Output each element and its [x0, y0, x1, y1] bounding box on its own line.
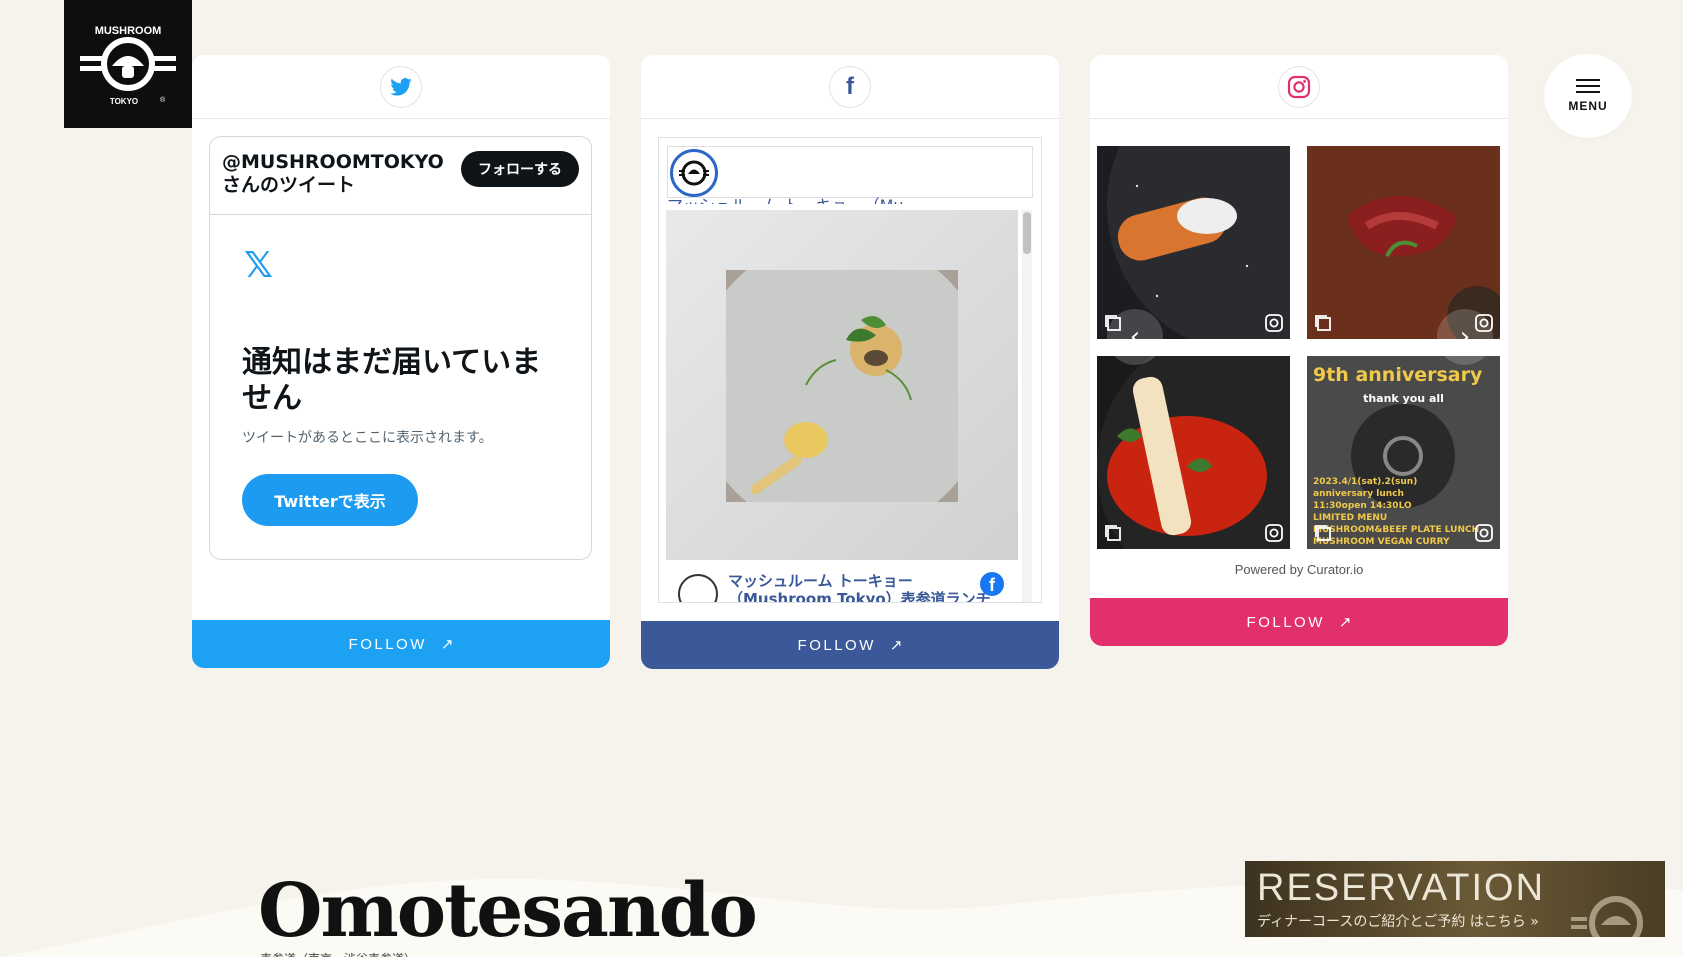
reservation-banner[interactable]: RESERVATION ディナーコースのご紹介とご予約 はこちら » — [1245, 861, 1665, 937]
facebook-logo-icon: f — [980, 572, 1004, 596]
instagram-badge-icon — [1265, 524, 1283, 542]
section-subtitle: 表参道（東京・渋谷表参道） — [260, 950, 416, 957]
facebook-page-header[interactable] — [667, 146, 1033, 198]
hamburger-icon — [1576, 79, 1600, 93]
logo-top-text: MUSHROOM — [95, 25, 162, 37]
anniversary-details: 2023.4/1(sat).2(sun) anniversary lunch 1… — [1313, 477, 1480, 547]
twitter-handle-title: @MUSHROOMTOKYOさんのツイート — [222, 151, 444, 196]
mushroom-logo-icon: MUSHROOM TOKYO ® — [80, 25, 176, 106]
instagram-icon[interactable] — [1278, 65, 1320, 108]
dish-photo — [726, 270, 958, 502]
instagram-follow-bar[interactable]: FOLLOW ↗ — [1090, 598, 1508, 646]
facebook-card-header: f — [641, 55, 1059, 119]
facebook-page-avatar[interactable] — [670, 149, 718, 197]
view-on-twitter-button[interactable]: Twitterで表示 — [242, 474, 418, 526]
carousel-next-button[interactable]: › — [1437, 309, 1493, 365]
twitter-follow-button[interactable]: フォローする — [461, 151, 579, 187]
carousel-icon — [1105, 525, 1121, 541]
logo-registered-mark: ® — [160, 96, 166, 104]
menu-button[interactable]: MENU — [1544, 54, 1632, 138]
anniversary-sub: thank you all — [1363, 392, 1444, 405]
twitter-follow-label: FOLLOW — [348, 635, 427, 653]
external-arrow-icon: ↗ — [889, 637, 903, 654]
external-arrow-icon: ↗ — [440, 636, 454, 653]
carousel-prev-button[interactable]: ‹ — [1107, 309, 1163, 365]
mushroom-logo-icon — [1571, 896, 1643, 937]
section-title: Omotesando — [258, 868, 758, 954]
menu-label: MENU — [1568, 99, 1608, 113]
external-arrow-icon: ↗ — [1338, 614, 1352, 631]
twitter-card-header — [192, 55, 610, 119]
instagram-follow-label: FOLLOW — [1246, 613, 1325, 631]
instagram-badge-icon — [1265, 314, 1283, 332]
facebook-page-name[interactable]: マッシュルーム トーキョー（Mu — [667, 196, 904, 204]
instagram-card: 9th anniversary thank you all 2023.4/1(s… — [1090, 55, 1508, 646]
instagram-post-3[interactable] — [1097, 356, 1290, 549]
twitter-widget-header: @MUSHROOMTOKYOさんのツイート フォローする — [210, 137, 591, 215]
facebook-page-plugin: マッシュルーム トーキョー（Mu マッシュルーム トーキョ — [658, 137, 1042, 603]
instagram-post-4[interactable]: 9th anniversary thank you all 2023.4/1(s… — [1307, 356, 1500, 549]
instagram-badge-icon — [1475, 524, 1493, 542]
facebook-feed-scrollbar[interactable] — [1022, 210, 1032, 602]
twitter-timeline-widget: @MUSHROOMTOKYOさんのツイート フォローする 𝕏 通知はまだ届いてい… — [209, 136, 592, 560]
reservation-subtitle: ディナーコースのご紹介とご予約 はこちら » — [1257, 914, 1539, 930]
facebook-f-icon[interactable]: f — [829, 65, 871, 108]
twitter-follow-bar[interactable]: FOLLOW ↗ — [192, 620, 610, 668]
facebook-card: f マッシュルーム トーキョー （Mushroom Tokyo）表参道ランチ f… — [641, 55, 1059, 669]
carousel-icon — [1315, 525, 1331, 541]
facebook-post-header[interactable]: マッシュルーム トーキョー （Mushroom Tokyo）表参道ランチ f — [666, 560, 1018, 602]
powered-by-curator[interactable]: Powered by Curator.io — [1090, 562, 1508, 577]
logo-bottom-text: TOKYO — [110, 97, 138, 106]
post-author-name[interactable]: マッシュルーム トーキョー — [728, 572, 913, 590]
x-logo-icon: 𝕏 — [244, 245, 274, 286]
instagram-card-header — [1090, 55, 1508, 119]
site-logo[interactable]: MUSHROOM TOKYO ® — [64, 0, 192, 128]
facebook-follow-label: FOLLOW — [797, 636, 876, 654]
facebook-follow-bar[interactable]: FOLLOW ↗ — [641, 621, 1059, 669]
carousel-icon — [1315, 315, 1331, 331]
anniversary-title: 9th anniversary — [1313, 364, 1483, 386]
twitter-card: @MUSHROOMTOKYOさんのツイート フォローする 𝕏 通知はまだ届いてい… — [192, 55, 610, 668]
post-avatar[interactable] — [678, 574, 718, 602]
twitter-bird-icon[interactable] — [380, 65, 422, 108]
instagram-feed-grid: 9th anniversary thank you all 2023.4/1(s… — [1097, 146, 1503, 549]
twitter-empty-title: 通知はまだ届いていません — [242, 345, 542, 416]
twitter-empty-subtitle: ツイートがあるとここに表示されます。 — [242, 430, 493, 446]
facebook-feed[interactable]: マッシュルーム トーキョー （Mushroom Tokyo）表参道ランチ f — [666, 210, 1018, 602]
post-author-name-cont[interactable]: （Mushroom Tokyo）表参道ランチ — [728, 590, 991, 602]
reservation-title: RESERVATION — [1257, 867, 1546, 909]
facebook-post-photo[interactable] — [666, 210, 1018, 560]
